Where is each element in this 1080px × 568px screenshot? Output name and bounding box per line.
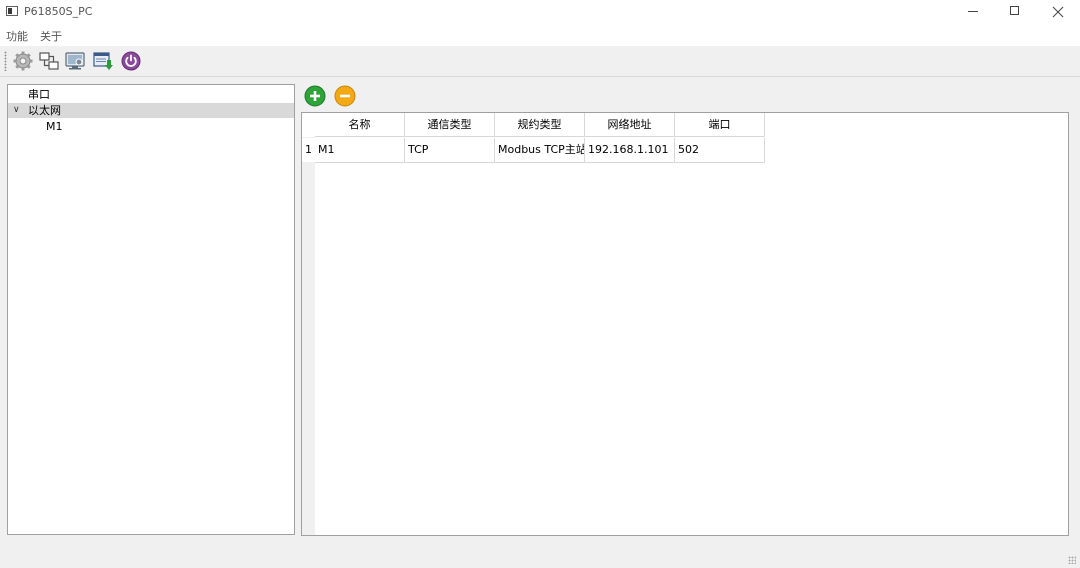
column-header-port[interactable]: 端口 (675, 113, 765, 137)
minus-circle-icon (334, 85, 356, 107)
connection-table: 名称 通信类型 规约类型 网络地址 端口 1 M1 TCP Modbus TCP… (301, 112, 1069, 536)
tree-item-serial[interactable]: 串口 (8, 87, 294, 102)
toolbar-grip[interactable] (4, 51, 7, 71)
close-button[interactable] (1038, 0, 1078, 24)
power-icon (121, 51, 141, 71)
chevron-down-icon[interactable]: ∨ (13, 103, 22, 118)
remove-button[interactable] (334, 85, 356, 107)
resize-grip[interactable] (1068, 556, 1076, 564)
monitor-icon (65, 52, 85, 70)
minimize-icon (968, 11, 978, 12)
cell-network-address[interactable]: 192.168.1.101 (585, 138, 675, 163)
power-button[interactable] (120, 50, 142, 72)
menu-about[interactable]: 关于 (40, 28, 62, 44)
row-header-column (302, 113, 315, 535)
close-icon (1052, 6, 1064, 18)
cell-port[interactable]: 502 (675, 138, 765, 163)
network-icon (39, 52, 59, 70)
gear-icon (13, 51, 33, 71)
menu-bar: 功能 关于 (0, 24, 1080, 46)
maximize-icon (1010, 6, 1019, 15)
network-button[interactable] (38, 50, 60, 72)
download-window-button[interactable] (92, 50, 114, 72)
tree-item-ethernet[interactable]: ∨ 以太网 (8, 103, 294, 118)
device-tree[interactable]: 串口 ∨ 以太网 M1 (7, 84, 295, 535)
column-header-protocol-type[interactable]: 规约类型 (495, 113, 585, 137)
cell-name[interactable]: M1 (315, 138, 405, 163)
title-bar: P61850S_PC (0, 0, 1080, 24)
tree-item-label: 以太网 (28, 104, 61, 117)
row-number[interactable]: 1 (302, 138, 315, 162)
column-header-comm-type[interactable]: 通信类型 (405, 113, 495, 137)
tree-item-label: M1 (46, 120, 63, 133)
download-window-icon (93, 52, 113, 70)
add-button[interactable] (304, 85, 326, 107)
cell-comm-type[interactable]: TCP (405, 138, 495, 163)
window-title: P61850S_PC (24, 5, 93, 18)
column-header-name[interactable]: 名称 (315, 113, 405, 137)
menu-function[interactable]: 功能 (6, 28, 28, 44)
table-corner[interactable] (302, 113, 315, 137)
minimize-button[interactable] (954, 0, 994, 24)
column-header-network-address[interactable]: 网络地址 (585, 113, 675, 137)
monitor-button[interactable] (64, 50, 86, 72)
cell-protocol-type[interactable]: Modbus TCP主站 (495, 138, 585, 163)
settings-button[interactable] (12, 50, 34, 72)
toolbar (0, 46, 1080, 77)
app-icon (6, 6, 18, 16)
maximize-button[interactable] (996, 0, 1036, 24)
tree-item-label: 串口 (28, 88, 50, 101)
plus-circle-icon (304, 85, 326, 107)
tree-item-m1[interactable]: M1 (8, 119, 294, 134)
